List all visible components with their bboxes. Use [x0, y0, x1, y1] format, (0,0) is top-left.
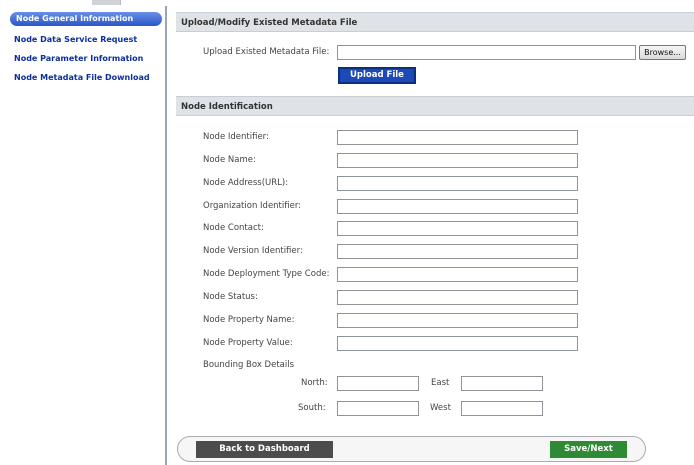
node-name-label: Node Name: — [203, 155, 256, 165]
node-contact-input[interactable] — [337, 221, 578, 236]
sidebar-nav: Node General Information Node Data Servi… — [0, 6, 167, 465]
bounding-box-title: Bounding Box Details — [203, 360, 295, 370]
south-label: South: — [298, 403, 326, 413]
upload-file-button[interactable]: Upload File — [338, 67, 416, 84]
node-property-value-input[interactable] — [337, 336, 578, 351]
node-address-input[interactable] — [337, 176, 578, 191]
node-deployment-type-code-input[interactable] — [337, 267, 578, 282]
node-name-input[interactable] — [337, 153, 578, 168]
node-property-name-label: Node Property Name: — [203, 315, 295, 325]
node-identification-header: Node Identification — [176, 96, 694, 116]
node-identifier-label: Node Identifier: — [203, 132, 269, 142]
sidebar-item-node-general-information[interactable]: Node General Information — [10, 12, 162, 26]
north-input[interactable] — [337, 376, 419, 391]
east-input[interactable] — [461, 376, 543, 391]
east-label: East — [431, 378, 450, 388]
upload-section-header: Upload/Modify Existed Metadata File — [176, 12, 694, 32]
south-input[interactable] — [337, 401, 419, 416]
node-deployment-type-code-label: Node Deployment Type Code: — [203, 269, 330, 279]
top-tab-edge — [92, 0, 121, 5]
upload-file-path-input[interactable] — [337, 45, 636, 60]
node-address-label: Node Address(URL): — [203, 178, 289, 188]
node-status-input[interactable] — [337, 290, 578, 305]
upload-file-label: Upload Existed Metadata File: — [203, 47, 330, 57]
sidebar-item-node-metadata-file-download[interactable]: Node Metadata File Download — [14, 70, 162, 85]
sidebar-item-node-parameter-information[interactable]: Node Parameter Information — [14, 51, 162, 66]
node-version-identifier-input[interactable] — [337, 244, 578, 259]
west-label: West — [430, 403, 451, 413]
node-version-identifier-label: Node Version Identifier: — [203, 246, 303, 256]
node-status-label: Node Status: — [203, 292, 258, 302]
back-to-dashboard-button[interactable]: Back to Dashboard — [196, 441, 333, 458]
north-label: North: — [301, 378, 328, 388]
node-property-value-label: Node Property Value: — [203, 338, 293, 348]
node-property-name-input[interactable] — [337, 313, 578, 328]
node-contact-label: Node Contact: — [203, 223, 264, 233]
browse-button[interactable]: Browse... — [639, 45, 686, 60]
west-input[interactable] — [461, 401, 543, 416]
node-identifier-input[interactable] — [337, 130, 578, 145]
organization-identifier-input[interactable] — [337, 199, 578, 214]
sidebar-item-node-data-service-request[interactable]: Node Data Service Request — [14, 32, 162, 47]
organization-identifier-label: Organization Identifier: — [203, 201, 302, 211]
save-next-button[interactable]: Save/Next — [550, 441, 627, 458]
